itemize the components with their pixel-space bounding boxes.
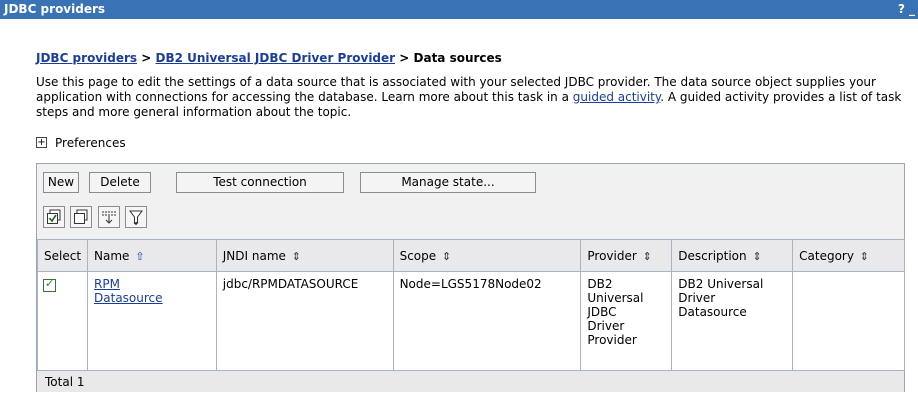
name-line: Datasource <box>94 291 163 305</box>
delete-button[interactable]: Delete <box>89 172 151 193</box>
jndi-cell: jdbc/RPMDATASOURCE <box>215 271 394 371</box>
preferences-label: Preferences <box>55 136 126 150</box>
datasource-name-link[interactable]: RPM Datasource <box>94 277 163 305</box>
scope-cell: Node=LGS5178Node02 <box>392 271 582 371</box>
select-cell: ✓ <box>36 271 89 371</box>
description-cell: DB2 Universal Driver Datasource <box>671 271 794 371</box>
minimize-icon[interactable]: _ <box>909 2 915 16</box>
description-line: Datasource <box>678 305 747 319</box>
breadcrumb-link-jdbc-providers[interactable]: JDBC providers <box>36 51 137 65</box>
provider-cell: DB2 Universal JDBC Driver Provider <box>580 271 673 371</box>
provider-line: JDBC <box>587 305 617 319</box>
sort-toggle-icon[interactable]: ⇕ <box>752 250 761 263</box>
sort-ascending-icon[interactable]: ⇧ <box>135 250 144 263</box>
provider-line: Universal <box>587 291 644 305</box>
data-sources-panel: New Delete Test connection Manage state.… <box>36 163 905 392</box>
data-sources-table: Select Name ⇧ JNDI name ⇕ Scope ⇕ Provid… <box>36 239 905 371</box>
table-total-row: Total 1 <box>37 370 904 392</box>
column-header-category[interactable]: Category ⇕ <box>792 239 905 272</box>
column-header-label: Name <box>94 248 130 263</box>
column-header-select: Select <box>36 239 89 272</box>
description-line: Driver <box>678 291 716 305</box>
description-line: DB2 Universal <box>678 277 764 291</box>
name-line: RPM <box>94 277 120 291</box>
expand-plus-icon[interactable]: + <box>36 137 47 148</box>
breadcrumb-current: Data sources <box>413 51 502 65</box>
deselect-all-icon[interactable] <box>70 206 92 228</box>
sort-toggle-icon[interactable]: ⇕ <box>860 250 869 263</box>
window-title: JDBC providers <box>4 2 106 16</box>
row-select-checkbox[interactable]: ✓ <box>43 277 56 292</box>
total-count: Total 1 <box>45 375 85 389</box>
breadcrumb-separator: > <box>141 51 152 65</box>
window-titlebar: JDBC providers ? _ <box>0 0 918 19</box>
manage-state-button[interactable]: Manage state... <box>360 172 536 193</box>
new-button[interactable]: New <box>43 172 79 193</box>
clear-filter-icon[interactable] <box>125 206 147 228</box>
name-cell: RPM Datasource <box>87 271 217 371</box>
breadcrumb: JDBC providers > DB2 Universal JDBC Driv… <box>36 51 502 65</box>
column-header-label: Description <box>678 248 747 263</box>
sort-toggle-icon[interactable]: ⇕ <box>442 250 451 263</box>
checkmark-icon: ✓ <box>45 277 55 290</box>
column-header-jndi-name[interactable]: JNDI name ⇕ <box>215 239 394 272</box>
breadcrumb-link-db2-provider[interactable]: DB2 Universal JDBC Driver Provider <box>155 51 395 65</box>
column-header-name[interactable]: Name ⇧ <box>87 239 217 272</box>
help-icon[interactable]: ? <box>898 2 905 16</box>
column-header-description[interactable]: Description ⇕ <box>671 239 794 272</box>
sort-toggle-icon[interactable]: ⇕ <box>292 250 301 263</box>
breadcrumb-separator: > <box>399 51 410 65</box>
guided-activity-link[interactable]: guided activity <box>573 90 661 104</box>
provider-line: Driver <box>587 319 625 333</box>
preferences-toggle[interactable]: + Preferences <box>36 136 126 150</box>
page-description: Use this page to edit the settings of a … <box>36 75 906 120</box>
provider-line: DB2 <box>587 277 613 291</box>
table-row: ✓ RPM Datasource jdbc/RPMDATASOURCE Node=… <box>36 271 905 371</box>
column-header-label: Provider <box>587 248 637 263</box>
table-header-row: Select Name ⇧ JNDI name ⇕ Scope ⇕ Provid… <box>36 239 905 272</box>
category-cell <box>792 271 905 371</box>
column-header-label: Category <box>799 248 854 263</box>
column-header-scope[interactable]: Scope ⇕ <box>392 239 582 272</box>
column-header-provider[interactable]: Provider ⇕ <box>580 239 673 272</box>
sort-toggle-icon[interactable]: ⇕ <box>643 250 652 263</box>
select-all-icon[interactable] <box>43 206 65 228</box>
provider-line: Provider <box>587 333 637 347</box>
column-header-label: Scope <box>399 248 437 263</box>
test-connection-button[interactable]: Test connection <box>176 172 344 193</box>
show-filter-icon[interactable] <box>98 206 120 228</box>
column-header-label: JNDI name <box>222 248 286 263</box>
